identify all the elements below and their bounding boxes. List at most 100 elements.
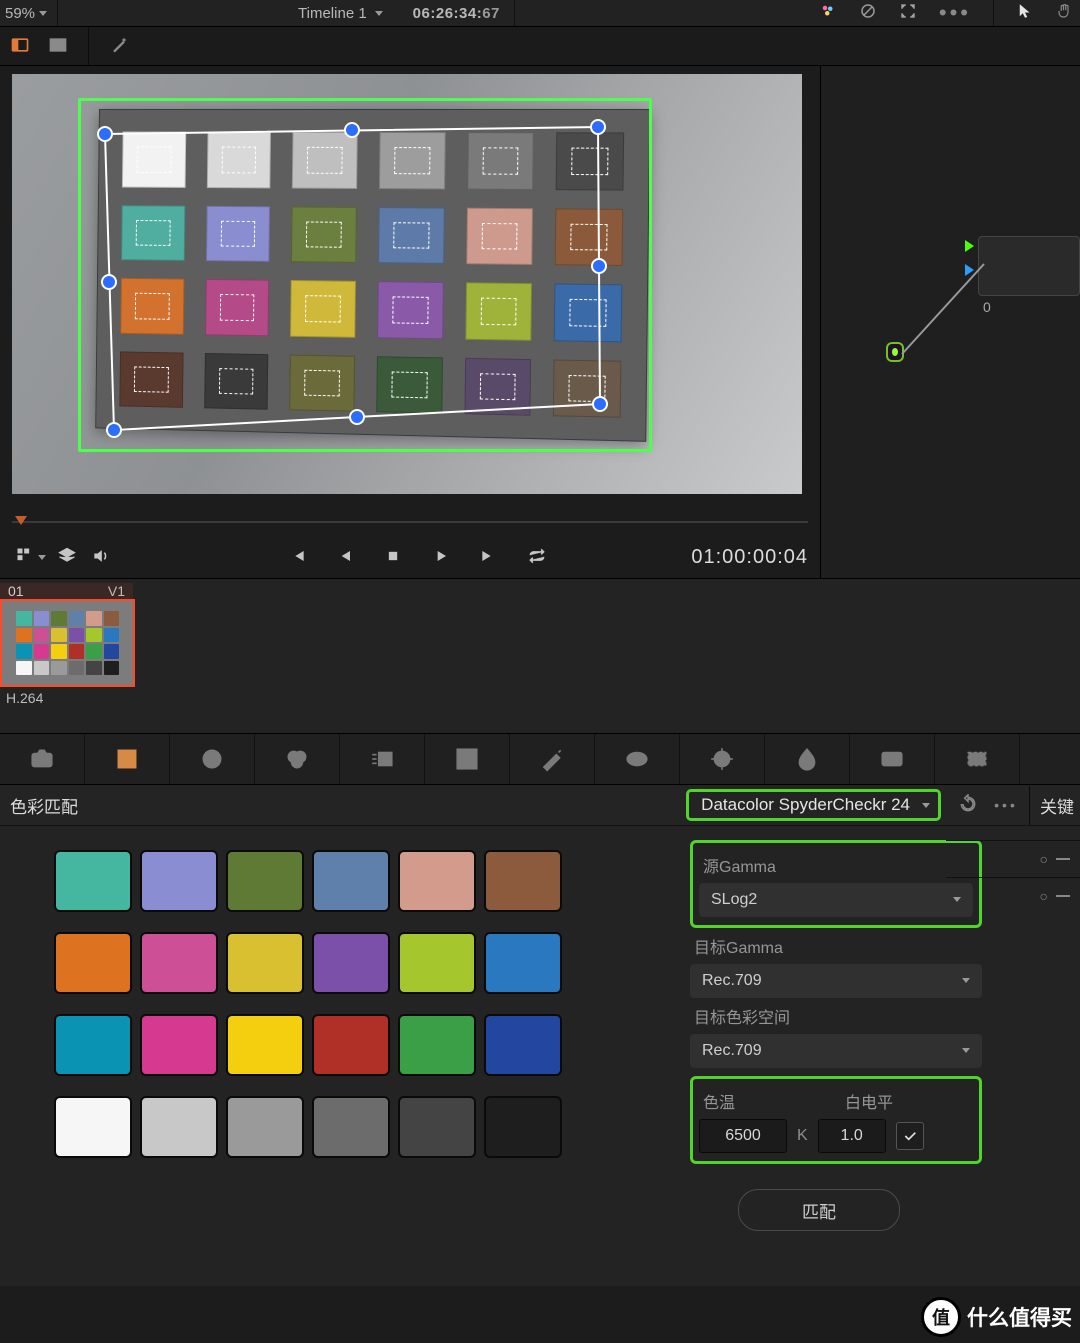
corner-handle[interactable] <box>590 119 606 135</box>
panel-header: 色彩匹配 Datacolor SpyderCheckr 24 ••• 关键 <box>0 785 1080 826</box>
key-icon[interactable] <box>850 734 935 784</box>
dst-gamma-label: 目标Gamma <box>694 934 980 958</box>
speaker-icon[interactable] <box>88 546 114 569</box>
color-match-icon[interactable] <box>85 734 170 784</box>
viewer-timecode[interactable]: 01:00:00:04 <box>691 546 808 569</box>
playhead-icon[interactable] <box>15 516 27 525</box>
color-chip <box>122 132 186 188</box>
reference-swatch <box>312 932 390 994</box>
motion-effects-icon[interactable] <box>340 734 425 784</box>
chart-type-value: Datacolor SpyderCheckr 24 <box>701 795 910 814</box>
clip-item[interactable]: 01V1 H.264 <box>0 583 133 733</box>
color-chip <box>206 205 271 262</box>
chevron-down-icon[interactable] <box>38 555 46 560</box>
grid-options-icon[interactable] <box>12 546 38 569</box>
scrub-bar[interactable] <box>12 512 808 530</box>
timeline-selector[interactable]: Timeline 1 <box>298 5 383 22</box>
blur-icon[interactable] <box>765 734 850 784</box>
keyframe-row[interactable]: ○ <box>946 840 1080 877</box>
keyframes-tab[interactable]: 关键 <box>1034 793 1080 818</box>
white-input[interactable]: 1.0 <box>818 1119 886 1153</box>
edge-handle[interactable] <box>101 274 117 290</box>
more-icon[interactable]: ••• <box>939 0 971 26</box>
layout-grid-icon[interactable] <box>48 35 68 58</box>
timeline-name: Timeline 1 <box>298 5 367 22</box>
reference-swatch <box>398 932 476 994</box>
color-chip <box>465 282 532 340</box>
play-reverse-icon[interactable] <box>332 546 358 569</box>
color-wheels-icon[interactable] <box>170 734 255 784</box>
next-clip-icon[interactable] <box>476 546 502 569</box>
sizing-icon[interactable] <box>935 734 1020 784</box>
node-graph[interactable]: 0 <box>820 66 1080 578</box>
node-input-alpha-icon[interactable] <box>965 264 974 276</box>
corner-handle[interactable] <box>106 422 122 438</box>
edge-handle[interactable] <box>344 122 360 138</box>
panel-title: 色彩匹配 <box>0 793 88 818</box>
src-gamma-label: 源Gamma <box>703 853 971 877</box>
layout-single-icon[interactable] <box>10 35 30 58</box>
magic-color-icon[interactable] <box>819 2 837 24</box>
color-chip <box>556 132 624 190</box>
node-input-rgb-icon[interactable] <box>965 240 974 252</box>
match-button[interactable]: 匹配 <box>738 1189 900 1231</box>
hand-icon[interactable] <box>1056 2 1074 24</box>
source-node-icon[interactable] <box>886 342 904 362</box>
reference-swatch <box>54 932 132 994</box>
corner-handle[interactable] <box>592 396 608 412</box>
reference-swatch <box>140 932 218 994</box>
reference-swatch <box>312 850 390 912</box>
tracker-icon[interactable] <box>680 734 765 784</box>
src-gamma-select[interactable]: SLog2 <box>699 883 973 917</box>
color-chip <box>120 278 184 335</box>
play-icon[interactable] <box>428 546 454 569</box>
watermark: 值 什么值得买 <box>921 1297 1072 1337</box>
node-edge <box>898 258 988 358</box>
qualifier-icon[interactable] <box>510 734 595 784</box>
curves-icon[interactable] <box>425 734 510 784</box>
corner-handle[interactable] <box>97 126 113 142</box>
viewer-zoom[interactable]: 59% <box>0 5 57 22</box>
dst-cs-select[interactable]: Rec.709 <box>690 1034 982 1068</box>
white-label: 白电平 <box>845 1089 971 1113</box>
fullscreen-icon[interactable] <box>899 2 917 24</box>
white-balance-checkbox[interactable] <box>896 1122 924 1150</box>
edge-handle[interactable] <box>591 258 607 274</box>
color-checker-card <box>95 109 650 442</box>
loop-icon[interactable] <box>524 546 550 569</box>
reference-swatch <box>484 850 562 912</box>
color-chip <box>376 356 442 414</box>
chart-type-select[interactable]: Datacolor SpyderCheckr 24 <box>686 789 941 821</box>
transport-controls: 01:00:00:04 <box>12 536 808 578</box>
master-timecode[interactable]: 06:26:34:67 <box>413 5 500 22</box>
camera-raw-icon[interactable] <box>0 734 85 784</box>
stop-icon[interactable] <box>380 546 406 569</box>
viewer[interactable] <box>12 74 802 494</box>
temp-input[interactable]: 6500 <box>699 1119 787 1153</box>
rgb-mixer-icon[interactable] <box>255 734 340 784</box>
arrow-cursor-icon[interactable] <box>1016 2 1034 24</box>
bypass-icon[interactable] <box>859 2 877 24</box>
reset-icon[interactable] <box>949 794 987 817</box>
reference-swatch <box>54 1096 132 1158</box>
keyframe-row[interactable]: ○ <box>946 877 1080 914</box>
clip-thumbnails: 01V1 H.264 <box>0 578 1080 733</box>
node-thumbnail[interactable]: 0 <box>978 236 1080 296</box>
dst-gamma-select[interactable]: Rec.709 <box>690 964 982 998</box>
clip-index: 01 <box>8 583 24 599</box>
magic-wand-icon[interactable] <box>109 35 129 58</box>
reference-swatch <box>226 1096 304 1158</box>
reference-swatch <box>398 1014 476 1076</box>
reference-swatch <box>226 1014 304 1076</box>
more-icon[interactable]: ••• <box>987 797 1025 813</box>
reference-swatch <box>312 1096 390 1158</box>
stack-icon[interactable] <box>54 546 80 569</box>
reference-swatch <box>54 850 132 912</box>
color-chip <box>292 132 358 189</box>
clip-track: V1 <box>108 583 125 599</box>
window-icon[interactable] <box>595 734 680 784</box>
prev-clip-icon[interactable] <box>284 546 310 569</box>
color-chip <box>379 132 445 189</box>
node-label: 0 <box>983 299 991 315</box>
edge-handle[interactable] <box>349 409 365 425</box>
